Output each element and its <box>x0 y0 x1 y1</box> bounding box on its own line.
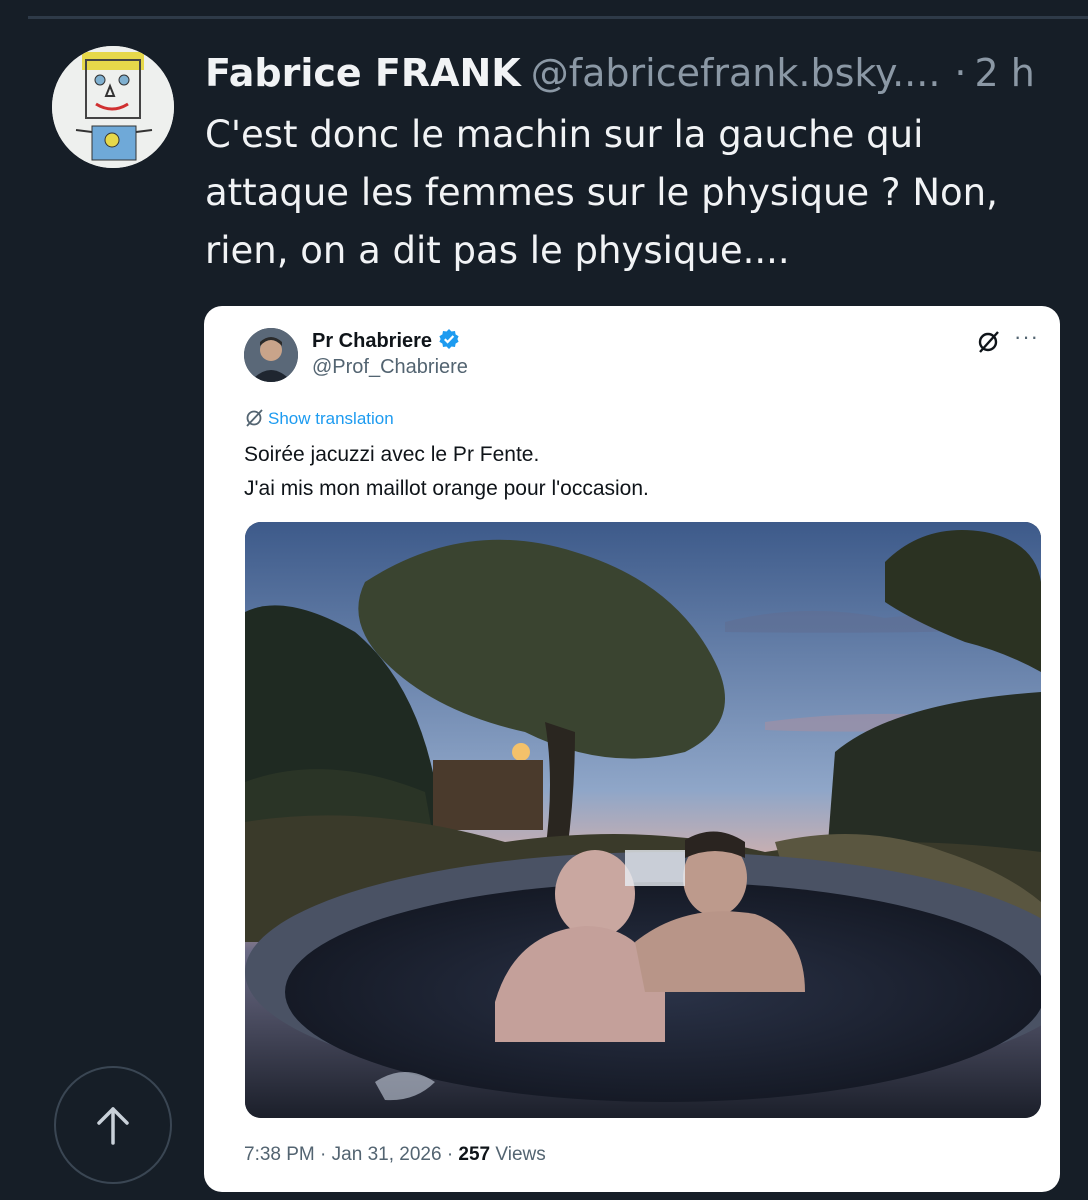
post-text-line: rien, on a dit pas le physique.... <box>205 229 790 272</box>
author-avatar[interactable] <box>52 46 174 168</box>
author-name[interactable]: Fabrice FRANK <box>205 51 521 95</box>
post-text-line: attaque les femmes sur le physique ? Non… <box>205 171 998 214</box>
divider <box>28 16 1088 19</box>
jacuzzi-photo-drawing <box>245 522 1041 1118</box>
embed-author-handle: @Prof_Chabriere <box>312 356 468 378</box>
translate-icon <box>246 409 263 427</box>
post-text: C'est donc le machin sur la gauche qui a… <box>205 106 1085 280</box>
show-translation: Show translation <box>244 408 394 429</box>
verified-badge-icon <box>438 328 460 356</box>
jacuzzi-photo <box>245 522 1041 1118</box>
show-translation-label: Show translation <box>268 409 394 428</box>
embed-avatar-drawing <box>244 328 298 382</box>
author-handle[interactable]: @fabricefrank.bsky.... <box>531 51 941 95</box>
scroll-to-top-button[interactable] <box>54 1066 172 1184</box>
views-count: 257 <box>458 1144 491 1165</box>
embedded-tweet-image[interactable]: Pr Chabriere @Prof_Chabriere ··· Show tr… <box>204 306 1060 1192</box>
embed-author-name-text: Pr Chabriere <box>312 330 433 352</box>
embed-text-line: Soirée jacuzzi avec le Pr Fente. <box>244 443 540 466</box>
embed-author-name: Pr Chabriere <box>312 328 460 356</box>
arrow-up-icon <box>97 1107 129 1145</box>
embed-date: Jan 31, 2026 <box>331 1144 442 1165</box>
author-avatar-drawing <box>52 46 174 168</box>
embed-tweet-text: Soirée jacuzzi avec le Pr Fente. J'ai mi… <box>244 438 649 506</box>
bluesky-thread-view: Fabrice FRANK @fabricefrank.bsky.... · 2 h … <box>0 0 1088 1200</box>
meta-separator: · <box>320 1144 327 1165</box>
grok-icon <box>976 330 1000 359</box>
views-label: Views <box>495 1144 546 1165</box>
embed-time: 7:38 PM <box>244 1144 315 1165</box>
post-text-line: C'est donc le machin sur la gauche qui <box>205 113 924 156</box>
meta-separator: · <box>446 1144 454 1165</box>
header-separator: · <box>954 51 967 95</box>
more-icon: ··· <box>1014 324 1039 349</box>
embed-author-avatar <box>244 328 298 382</box>
embed-meta: 7:38 PM · Jan 31, 2026 · 257 Views <box>244 1144 546 1166</box>
embed-text-line: J'ai mis mon maillot orange pour l'occas… <box>244 477 649 500</box>
post-header: Fabrice FRANK @fabricefrank.bsky.... · 2 h <box>205 48 1088 98</box>
post-timestamp[interactable]: 2 h <box>975 51 1035 95</box>
